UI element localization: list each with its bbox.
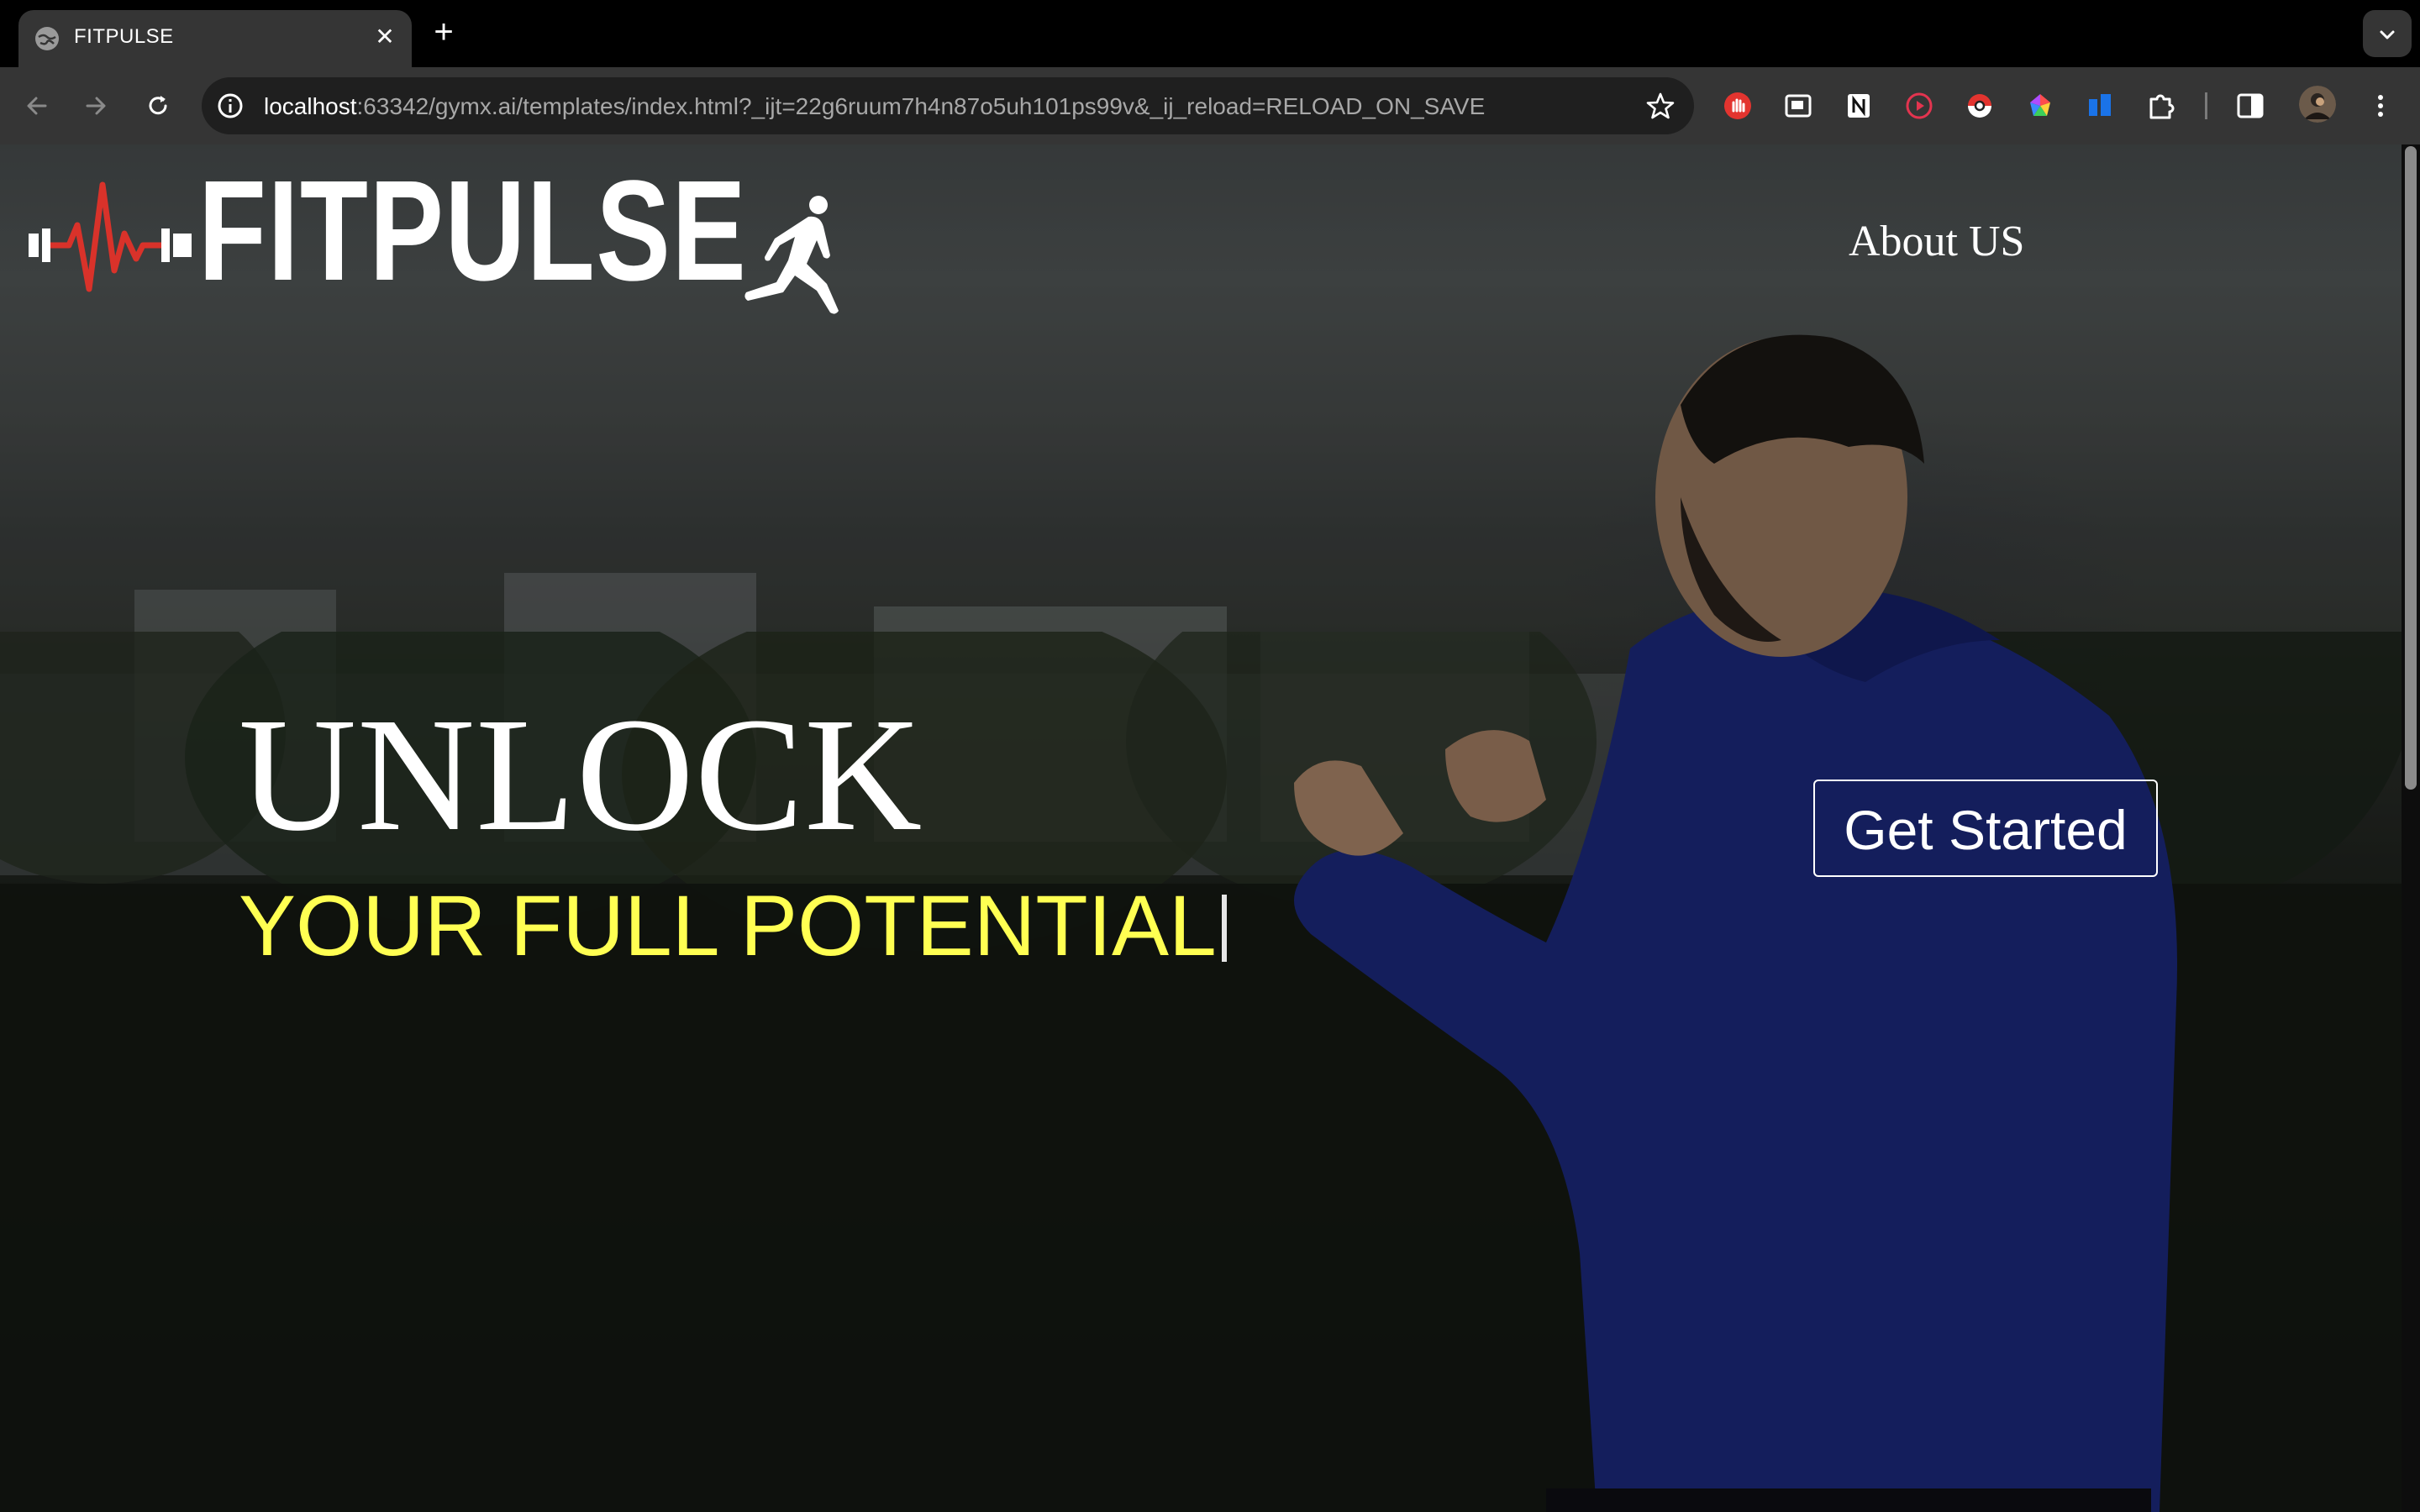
brand-name: FITPULSE (198, 151, 748, 311)
picture-in-picture-icon[interactable] (1783, 91, 1813, 121)
hero-subtitle: YOUR FULL POTENTIAL (239, 878, 1217, 974)
tab-title: FITPULSE (74, 25, 174, 48)
new-tab-button[interactable]: + (427, 15, 460, 49)
color-picker-icon[interactable] (2025, 91, 2055, 121)
stop-extension-icon[interactable] (1723, 91, 1753, 121)
tab-search-button[interactable] (2363, 10, 2412, 57)
typing-cursor (1221, 895, 1227, 962)
hero-title: UNLOCK (239, 684, 923, 864)
pokeball-icon[interactable] (1965, 91, 1995, 121)
tab-close-icon[interactable]: ✕ (370, 22, 400, 52)
get-started-button[interactable]: Get Started (1813, 780, 2158, 877)
profile-avatar[interactable] (2299, 86, 2336, 123)
back-button[interactable] (17, 86, 57, 126)
tab-manager-icon[interactable] (2086, 91, 2116, 121)
reload-icon (149, 96, 167, 115)
page-viewport: FITPULSE About US UNLOCK YOUR FULL POTEN… (0, 144, 2402, 1512)
heartbeat-dumbbell-icon (29, 181, 192, 292)
arrow-left-icon (27, 97, 47, 115)
globe-icon (35, 27, 59, 50)
chevron-down-icon (2380, 30, 2395, 39)
arrow-right-icon (86, 97, 106, 115)
nav-about-link[interactable]: About US (1849, 217, 2024, 267)
reload-button[interactable] (138, 86, 178, 126)
bookmark-star-icon[interactable] (1645, 91, 1676, 121)
more-menu-icon[interactable] (2368, 91, 2393, 121)
url-path: :63342/gymx.ai/templates/index.html?_ijt… (356, 93, 1486, 119)
forward-button[interactable] (76, 86, 116, 126)
puzzle-extensions-icon[interactable] (2146, 91, 2176, 121)
page-scrollbar[interactable] (2402, 144, 2420, 1512)
scrollbar-thumb[interactable] (2405, 146, 2417, 790)
tab-strip: FITPULSE ✕ + (0, 0, 2420, 67)
url-host: localhost (264, 93, 357, 119)
runner-icon (744, 196, 839, 314)
hero-subtitle-line: YOUR FULL POTENTIAL (239, 877, 1227, 974)
site-info-icon[interactable] (215, 91, 245, 121)
address-bar[interactable]: localhost:63342/gymx.ai/templates/index.… (202, 77, 1694, 134)
side-panel-icon[interactable] (2235, 91, 2265, 121)
browser-tab[interactable]: FITPULSE ✕ (18, 10, 412, 67)
record-icon[interactable] (1904, 91, 1934, 121)
notion-icon[interactable] (1844, 91, 1874, 121)
toolbar-divider (2205, 92, 2207, 119)
url-text[interactable]: localhost:63342/gymx.ai/templates/index.… (264, 93, 1485, 120)
browser-toolbar: localhost:63342/gymx.ai/templates/index.… (0, 67, 2420, 144)
site-logo[interactable]: FITPULSE (25, 151, 865, 314)
